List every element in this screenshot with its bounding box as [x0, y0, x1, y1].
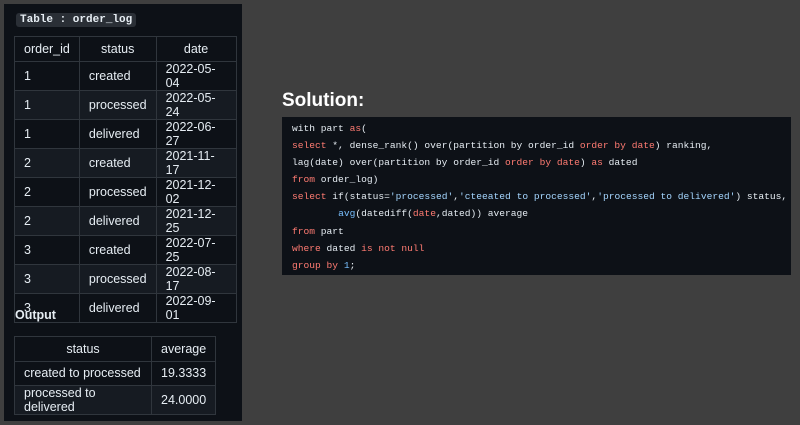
table-cell: 2021-11-17: [155, 147, 237, 178]
code-line: where dated is not null: [292, 240, 781, 257]
column-header-average: average: [150, 336, 217, 362]
code-token: as: [349, 123, 362, 134]
column-header-status: status: [78, 36, 157, 62]
code-token: (datediff(: [355, 208, 413, 220]
code-token: part: [315, 225, 344, 237]
table-cell: 2022-09-01: [155, 292, 237, 323]
table-row: 2 created 2021-11-17: [14, 147, 237, 178]
table-cell: 2: [14, 205, 80, 236]
code-token: ;: [349, 259, 356, 271]
table-cell: 3: [14, 234, 80, 265]
table-cell: created to processed: [14, 360, 152, 386]
code-token: lag(date) over(partition by order_id: [292, 157, 506, 169]
table-row: 3 processed 2022-08-17: [14, 263, 237, 294]
table-cell: 2022-08-17: [155, 263, 237, 294]
table-cell: 2022-06-27: [155, 118, 237, 149]
code-token: from: [292, 174, 316, 186]
table-row: 1 delivered 2022-06-27: [14, 118, 237, 149]
code-token: 'processed': [389, 191, 454, 203]
table-cell: 1: [14, 89, 80, 120]
table-row: 2 delivered 2021-12-25: [14, 205, 237, 236]
column-header-order-id: order_id: [14, 36, 80, 62]
table-cell: 2022-05-04: [155, 60, 237, 91]
table-cell: 2021-12-02: [155, 176, 237, 207]
code-token: 'processed to delivered': [597, 191, 736, 203]
code-line: from part: [292, 223, 781, 240]
table-cell: 2: [14, 176, 80, 207]
code-token: where: [292, 242, 321, 254]
code-token: *, dense_rank() over(partition by order_…: [326, 140, 580, 152]
table-cell: processed: [78, 263, 157, 294]
table-row: 3 created 2022-07-25: [14, 234, 237, 265]
table-row: 2 processed 2021-12-02: [14, 176, 237, 207]
code-line: from order_log): [292, 171, 781, 188]
code-token: if(status=: [326, 191, 390, 203]
table-cell: created: [78, 234, 157, 265]
table-cell: delivered: [78, 118, 157, 149]
code-token: as: [591, 157, 603, 169]
table-cell: created: [78, 60, 157, 91]
table-cell: 2022-07-25: [155, 234, 237, 265]
code-token: group by: [292, 259, 339, 271]
table-cell: 19.3333: [150, 360, 217, 386]
table-cell: 3: [14, 263, 80, 294]
code-token: from: [292, 225, 316, 237]
code-token: dated: [602, 157, 638, 169]
order-log-panel: Table : order_log order_id status date 1…: [4, 4, 242, 421]
table-cell: processed: [78, 89, 157, 120]
code-token: avg: [338, 208, 356, 220]
sql-code-block[interactable]: with part as(select *, dense_rank() over…: [282, 117, 791, 275]
code-token: ,dated)) average: [435, 208, 529, 220]
code-line: select *, dense_rank() over(partition by…: [292, 137, 781, 154]
table-cell: 1: [14, 60, 80, 91]
code-token: dated: [320, 242, 362, 254]
code-token: with part: [292, 123, 350, 134]
code-line: lag(date) over(partition by order_id ord…: [292, 154, 781, 171]
table-cell: processed to delivered: [14, 385, 152, 415]
table-cell: created: [78, 147, 157, 178]
code-token: date: [412, 208, 436, 220]
table-row: 1 created 2022-05-04: [14, 60, 237, 91]
table-cell: 1: [14, 118, 80, 149]
code-token: order by date: [505, 157, 580, 169]
output-table: status average created to processed 19.33…: [14, 336, 217, 415]
code-token: is not null: [361, 242, 425, 254]
table-cell: delivered: [78, 205, 157, 236]
code-token: ) status,: [735, 191, 788, 203]
table-cell: delivered: [78, 292, 157, 323]
table-cell: 2: [14, 147, 80, 178]
table-header-row: order_id status date: [14, 36, 237, 62]
code-token: (: [361, 123, 367, 134]
code-token: select: [292, 140, 327, 152]
code-token: order_log): [315, 174, 379, 186]
table-title: Table : order_log: [16, 13, 137, 27]
solution-heading: Solution:: [282, 90, 365, 111]
column-header-date: date: [155, 36, 237, 62]
code-line: group by 1;: [292, 257, 781, 274]
code-line: select if(status='processed','cteeated t…: [292, 188, 787, 205]
output-heading: Output: [15, 308, 56, 322]
code-token: select: [292, 191, 327, 203]
code-token: 'cteeated to processed': [459, 191, 592, 203]
table-cell: processed: [78, 176, 157, 207]
table-header-row: status average: [14, 336, 217, 362]
code-line: avg(datediff(date,dated)) average: [292, 205, 781, 222]
table-cell: 2022-05-24: [155, 89, 237, 120]
code-token: ) ranking,: [654, 140, 713, 152]
table-row: created to processed 19.3333: [14, 360, 217, 386]
code-token: order by date: [579, 140, 655, 152]
order-log-table: order_id status date 1 created 2022-05-04 1…: [14, 36, 237, 323]
table-cell: 24.0000: [150, 385, 217, 415]
column-header-status: status: [14, 336, 152, 362]
table-row: 1 processed 2022-05-24: [14, 89, 237, 120]
table-row: processed to delivered 24.0000: [14, 385, 217, 415]
table-cell: 2021-12-25: [155, 205, 237, 236]
code-line: with part as(: [292, 120, 781, 137]
code-token: ): [579, 157, 592, 169]
